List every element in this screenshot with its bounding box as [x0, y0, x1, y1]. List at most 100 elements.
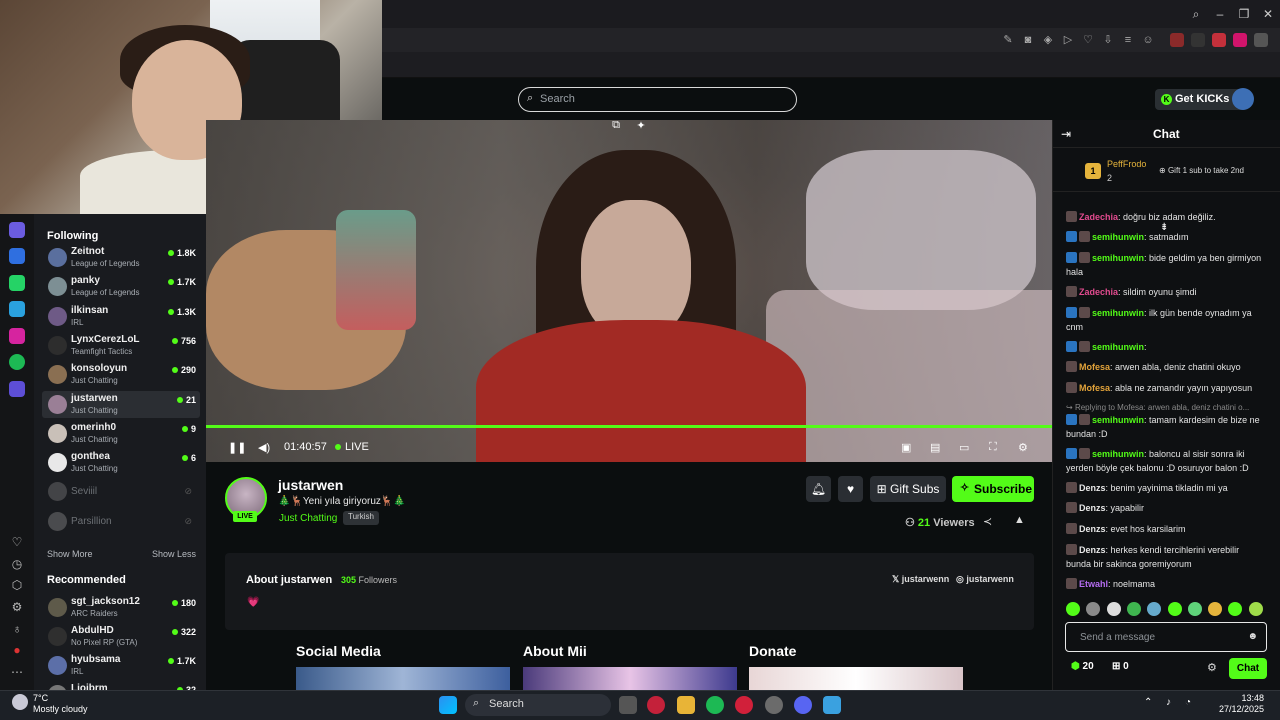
- opera-gx-icon[interactable]: [647, 696, 665, 714]
- telegram-icon[interactable]: [9, 301, 25, 317]
- whatsapp-icon[interactable]: [9, 275, 25, 291]
- channel-points[interactable]: ⬢ 20: [1071, 661, 1094, 672]
- network-icon[interactable]: ◔: [1185, 697, 1191, 708]
- emote-icon[interactable]: [1106, 602, 1121, 616]
- sidebar-item-parsillion[interactable]: Parsillion ⊘: [42, 508, 200, 535]
- spotify-icon[interactable]: [706, 696, 724, 714]
- emote-icon[interactable]: [1147, 602, 1162, 616]
- x-link[interactable]: 𝕏 justarwenn: [892, 574, 949, 585]
- language-tag[interactable]: Turkish: [343, 511, 379, 525]
- channel-name[interactable]: justarwen: [278, 477, 343, 493]
- search-input[interactable]: ⌕ Search: [518, 87, 797, 112]
- steam-icon[interactable]: [765, 696, 783, 714]
- sidebar-item-seviiil[interactable]: Seviiil ⊘: [42, 478, 200, 505]
- extension-icon[interactable]: [1191, 33, 1205, 47]
- emote-icon[interactable]: [1208, 602, 1223, 616]
- theater-icon[interactable]: ▤: [930, 441, 940, 454]
- pip-icon[interactable]: ▭: [959, 441, 969, 454]
- emote-icon[interactable]: [1167, 602, 1182, 616]
- collapse-chat-icon[interactable]: ⇥: [1061, 127, 1071, 141]
- windows-start-icon[interactable]: [439, 696, 457, 714]
- box-icon[interactable]: ⬡: [9, 577, 25, 593]
- follow-button[interactable]: ♥: [838, 476, 863, 502]
- volume-icon[interactable]: ◀): [258, 441, 270, 454]
- weather-widget[interactable]: 7°C Mostly cloudy: [33, 693, 88, 715]
- chat-username[interactable]: Denzs: [1079, 524, 1106, 534]
- discord-icon[interactable]: [794, 696, 812, 714]
- more-icon[interactable]: ⋯: [9, 664, 25, 680]
- emote-icon[interactable]: [1086, 602, 1101, 616]
- chat-username[interactable]: Zadechia: [1079, 287, 1118, 297]
- sidebar-item-justarwen[interactable]: justarwen Just Chatting 21: [42, 390, 200, 418]
- download-icon[interactable]: ⇩: [1101, 33, 1115, 47]
- recommended-item-abdulhd[interactable]: AbdulHD No Pixel RP (GTA) 322: [42, 623, 200, 650]
- chat-username[interactable]: Mofesa: [1079, 383, 1110, 393]
- recommended-item-sgt_jackson12[interactable]: sgt_jackson12 ARC Raiders 180: [42, 594, 200, 621]
- chat-username[interactable]: semihunwin: [1092, 308, 1144, 318]
- panel-about-image[interactable]: [523, 667, 737, 690]
- panel-donate-image[interactable]: [749, 667, 963, 690]
- chat-username[interactable]: Denzs: [1079, 545, 1106, 555]
- messenger-icon[interactable]: [9, 248, 25, 264]
- extensions-icon[interactable]: [1254, 33, 1268, 47]
- sidebar-item-lynxcerezlol[interactable]: LynxCerezLoL Teamfight Tactics 756: [42, 332, 200, 359]
- file-explorer-icon[interactable]: [677, 696, 695, 714]
- chat-username[interactable]: semihunwin: [1092, 253, 1144, 263]
- mini-player-icon[interactable]: ▣: [901, 441, 911, 454]
- shield-icon[interactable]: ◈: [1041, 33, 1055, 47]
- chat-username[interactable]: Denzs: [1079, 483, 1106, 493]
- emoji-icon[interactable]: ☻: [1247, 631, 1258, 642]
- camera-icon[interactable]: ◙: [1021, 33, 1035, 47]
- weather-icon[interactable]: [12, 694, 28, 710]
- fullscreen-icon[interactable]: ⛶: [989, 441, 997, 454]
- ublock-icon[interactable]: [1233, 33, 1247, 47]
- gift-subs-button[interactable]: ⊞ Gift Subs: [870, 476, 946, 502]
- opera-icon[interactable]: [735, 696, 753, 714]
- chat-username[interactable]: Mofesa: [1079, 362, 1110, 372]
- gift-leaderboard[interactable]: 1 PeffFrodo 2 ⊕ Gift 1 sub to take 2nd ⇟: [1053, 150, 1280, 233]
- report-icon[interactable]: ▲: [1014, 514, 1025, 526]
- taskbar-clock[interactable]: 13:48 27/12/2025: [1210, 693, 1264, 715]
- microphone-icon[interactable]: ♪: [1166, 697, 1171, 708]
- video-player[interactable]: [206, 120, 1052, 462]
- chat-username[interactable]: Zadechia: [1079, 212, 1118, 222]
- chat-username[interactable]: semihunwin: [1092, 415, 1144, 425]
- recommended-item-hyubsama[interactable]: hyubsama IRL 1.7K: [42, 652, 200, 679]
- history-icon[interactable]: ◷: [9, 556, 25, 572]
- sidebar-item-konsoloyun[interactable]: konsoloyun Just Chatting 290: [42, 361, 200, 388]
- chat-settings-icon[interactable]: ⚙: [1207, 661, 1217, 674]
- chat-username[interactable]: semihunwin: [1092, 232, 1144, 242]
- chat-input[interactable]: Send a message ☻: [1065, 622, 1267, 652]
- chat-username[interactable]: semihunwin: [1092, 342, 1144, 352]
- extension-icon[interactable]: [1212, 33, 1226, 47]
- chat-username[interactable]: Denzs: [1079, 503, 1106, 513]
- settings-icon[interactable]: ⚙: [1018, 441, 1028, 454]
- sidebar-item-ilkinsan[interactable]: ilkinsan IRL 1.3K: [42, 303, 200, 330]
- sidebar-item-zeitnot[interactable]: Zeitnot League of Legends 1.8K: [42, 244, 200, 271]
- notification-bell-button[interactable]: 🔔︎: [806, 476, 831, 502]
- close-icon[interactable]: ✕: [1260, 6, 1276, 22]
- send-chat-button[interactable]: Chat: [1229, 658, 1267, 679]
- maximize-icon[interactable]: ❐: [1236, 6, 1252, 22]
- heart-icon[interactable]: ♡: [1081, 33, 1095, 47]
- chat-username[interactable]: Etwahl: [1079, 579, 1108, 589]
- gift-count[interactable]: ⊞ 0: [1112, 661, 1129, 672]
- emote-icon[interactable]: [1187, 602, 1202, 616]
- task-view-icon[interactable]: [619, 696, 637, 714]
- emote-bar[interactable]: [1066, 602, 1266, 618]
- show-less-link[interactable]: Show Less: [152, 549, 196, 559]
- play-icon[interactable]: ▷: [1061, 33, 1075, 47]
- player-icon[interactable]: [9, 381, 25, 397]
- chat-username[interactable]: semihunwin: [1092, 449, 1144, 459]
- clip-icon[interactable]: ⧉: [608, 119, 624, 133]
- minimize-icon[interactable]: –: [1212, 6, 1228, 22]
- opera-icon[interactable]: ●: [9, 642, 25, 658]
- heart-icon[interactable]: ♡: [9, 534, 25, 550]
- settings-icon[interactable]: ⚙: [9, 599, 25, 615]
- menu-icon[interactable]: ≡: [1121, 33, 1135, 47]
- extension-icon[interactable]: [1170, 33, 1184, 47]
- taskbar-search[interactable]: ⌕ Search: [465, 694, 611, 716]
- profile-icon[interactable]: ☺: [1141, 33, 1155, 47]
- share-icon[interactable]: ≺: [983, 515, 992, 528]
- bulb-icon[interactable]: ♁: [9, 621, 25, 637]
